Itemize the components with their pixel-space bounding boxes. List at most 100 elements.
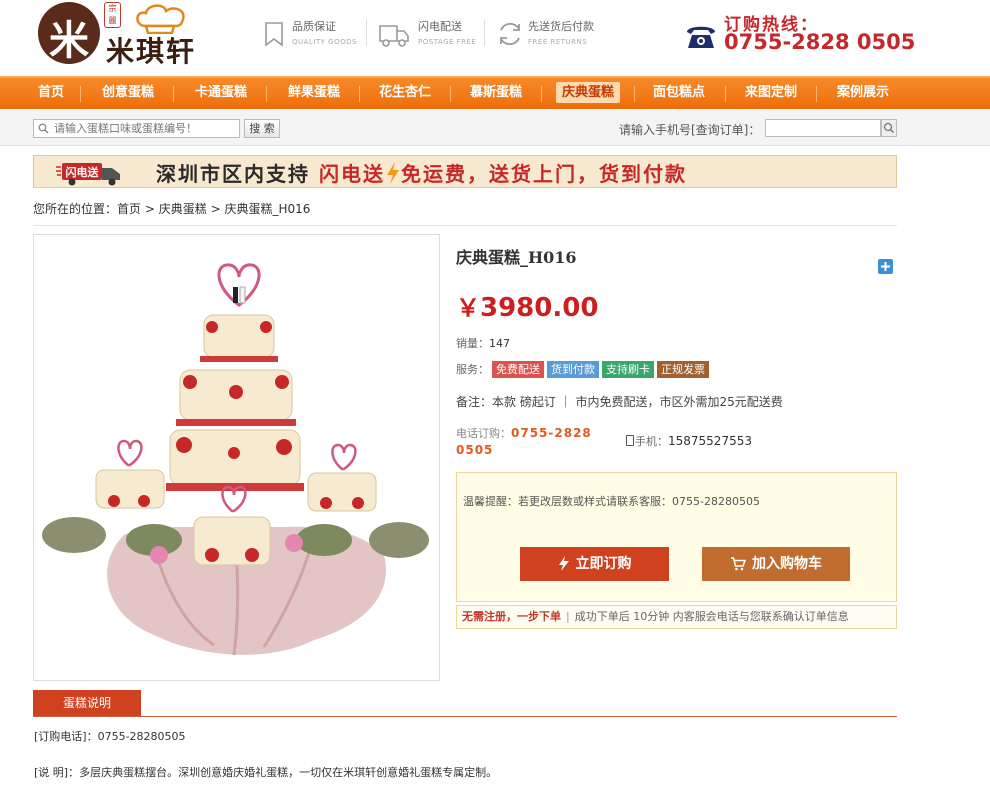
- banner-text-red-1: 闪电送: [318, 162, 385, 186]
- quick-order-highlight: 无需注册，一步下单: [462, 610, 561, 623]
- banner-text-red-2: 免运费，送货上门，货到付款: [400, 162, 687, 186]
- order-phone-input[interactable]: [765, 119, 881, 137]
- logo-name: 米琪轩: [106, 35, 197, 68]
- logo-badge[interactable]: 米: [38, 2, 100, 64]
- order-query-label: 请输入手机号[查询订单]：: [619, 123, 761, 137]
- main-nav: 首页 创意蛋糕 卡通蛋糕 鲜果蛋糕 花生杏仁 慕斯蛋糕 庆典蛋糕 面包糕点 来图…: [0, 76, 990, 109]
- logo-stamp: 宗麗: [104, 2, 121, 28]
- product-note: 备注：本款 磅起订 ｜ 市内免费配送，市区外需加25元配送费: [456, 393, 783, 410]
- nav-item-peanut-almond[interactable]: 花生杏仁: [367, 78, 443, 109]
- banner-text-dark: 深圳市区内支持: [156, 162, 319, 186]
- divider: [33, 225, 897, 226]
- product-mobile: 手机：15875527553: [626, 433, 752, 449]
- tab-divider: [33, 716, 897, 717]
- nav-divider: [450, 86, 451, 102]
- service-tag-invoice: 正规发票: [657, 361, 709, 378]
- search-bar: 搜 索 请输入手机号[查询订单]：: [0, 110, 990, 146]
- note-text: 本款 磅起订 ｜ 市内免费配送，市区外需加25元配送费: [492, 395, 783, 409]
- breadcrumb-separator: >: [210, 202, 221, 216]
- logo-glyph: 米: [49, 17, 89, 64]
- service-tag-free-delivery: 免费配送: [492, 361, 544, 378]
- mobile-label: 手机：: [635, 435, 668, 448]
- nav-item-mousse-cakes[interactable]: 慕斯蛋糕: [458, 78, 534, 109]
- nav-label: 面包糕点: [652, 85, 705, 100]
- banner-text: 深圳市区内支持 闪电送 免运费，送货上门，货到付款: [156, 158, 687, 187]
- nav-label: 创意蛋糕: [101, 85, 154, 100]
- nav-label: 卡通蛋糕: [194, 85, 247, 100]
- order-query-button[interactable]: [881, 119, 897, 137]
- nav-label: 首页: [37, 85, 64, 100]
- return-icon: [500, 22, 520, 46]
- promo-title: 闪电配送: [418, 20, 462, 33]
- lightning-icon: [386, 162, 399, 184]
- nav-divider: [173, 86, 174, 102]
- search-button[interactable]: 搜 索: [244, 119, 280, 138]
- nav-divider: [266, 86, 267, 102]
- sales-label: 销量：: [456, 337, 489, 350]
- service-tag-cod: 货到付款: [547, 361, 599, 378]
- order-now-label: 立即订购: [575, 556, 632, 572]
- promo-divider: [484, 20, 485, 46]
- quick-order-note: 无需注册，一步下单 | 成功下单后 10分钟 内客服会电话与您联系确认订单信息: [456, 605, 897, 629]
- promo-title: 先送货后付款: [528, 20, 594, 33]
- cake-illustration: [42, 263, 429, 656]
- flash-badge-text: 闪电送: [66, 165, 100, 179]
- order-box: 温馨提醒：若更改层数或样式请联系客服：0755-28280505 立即订购 加入…: [456, 472, 897, 602]
- sales-count: 147: [489, 337, 510, 350]
- nav-label: 花生杏仁: [378, 85, 431, 100]
- nav-item-case-showcase[interactable]: 案例展示: [825, 78, 901, 109]
- price-currency: ￥: [456, 293, 480, 322]
- nav-divider: [359, 86, 360, 102]
- cart-icon: [731, 557, 746, 571]
- breadcrumb-current[interactable]: 庆典蛋糕_H016: [224, 202, 310, 216]
- add-to-cart-button[interactable]: 加入购物车: [702, 547, 850, 581]
- hotline-number: 0755-2828 0505: [724, 30, 916, 54]
- nav-item-creative-cakes[interactable]: 创意蛋糕: [90, 78, 166, 109]
- nav-divider: [725, 86, 726, 102]
- price-value: 3980.00: [480, 293, 599, 323]
- nav-item-celebration-cakes[interactable]: 庆典蛋糕: [549, 78, 627, 109]
- promo-quality: 品质保证 QUALITY GOODS: [260, 18, 365, 52]
- promo-divider: [366, 20, 367, 46]
- nav-divider: [541, 86, 542, 102]
- nav-item-cartoon-cakes[interactable]: 卡通蛋糕: [183, 78, 259, 109]
- mobile-phone-icon: [626, 435, 634, 446]
- share-plus-icon[interactable]: [878, 259, 893, 274]
- breadcrumb-category[interactable]: 庆典蛋糕: [159, 202, 207, 216]
- order-now-button[interactable]: 立即订购: [520, 547, 669, 581]
- nav-item-bread-pastry[interactable]: 面包糕点: [641, 78, 717, 109]
- product-image[interactable]: [33, 234, 440, 681]
- nav-item-fruit-cakes[interactable]: 鲜果蛋糕: [276, 78, 352, 109]
- product-tel: 电话订购：0755-2828 0505: [456, 425, 606, 459]
- promo-banner[interactable]: 闪电送 深圳市区内支持 闪电送 免运费，送货上门，货到付款: [33, 155, 897, 188]
- product-title: 庆典蛋糕_H016: [456, 248, 577, 267]
- nav-item-custom-order[interactable]: 来图定制: [733, 78, 809, 109]
- promo-returns: 先送货后付款 FREE RETURNS: [496, 18, 621, 52]
- quick-order-text: 成功下单后 10分钟 内客服会电话与您联系确认订单信息: [574, 610, 849, 623]
- search-icon: [883, 122, 895, 134]
- description-text: [说 明]：多层庆典蛋糕摆台。深圳创意婚庆婚礼蛋糕，一切仅在米琪轩创意婚礼蛋糕专…: [34, 766, 498, 779]
- search-input[interactable]: [33, 119, 240, 138]
- service-label: 服务：: [456, 363, 489, 376]
- nav-label: 来图定制: [744, 85, 797, 100]
- nav-label: 案例展示: [836, 85, 889, 100]
- quick-order-separator: |: [566, 610, 570, 623]
- add-to-cart-label: 加入购物车: [752, 556, 822, 572]
- promo-subtitle: POSTAGE FREE: [418, 38, 477, 46]
- nav-divider: [816, 86, 817, 102]
- tel-label: 电话订购：: [456, 427, 511, 440]
- product-services: 服务： 免费配送 货到付款 支持刷卡 正规发票: [456, 361, 709, 378]
- mobile-number: 15875527553: [668, 434, 752, 448]
- nav-divider: [80, 86, 81, 102]
- nav-item-home[interactable]: 首页: [28, 78, 74, 109]
- nav-divider: [634, 86, 635, 102]
- promo-title: 品质保证: [292, 20, 336, 33]
- flash-delivery-icon: 闪电送: [56, 163, 120, 186]
- search-icon: [38, 123, 49, 134]
- nav-label: 鲜果蛋糕: [287, 85, 340, 100]
- breadcrumb-home[interactable]: 首页: [117, 202, 141, 216]
- tab-cake-description[interactable]: 蛋糕说明: [33, 690, 141, 717]
- truck-icon: [379, 25, 409, 47]
- promo-subtitle: QUALITY GOODS: [292, 38, 357, 46]
- breadcrumb: 您所在的位置：首页 > 庆典蛋糕 > 庆典蛋糕_H016: [33, 200, 310, 217]
